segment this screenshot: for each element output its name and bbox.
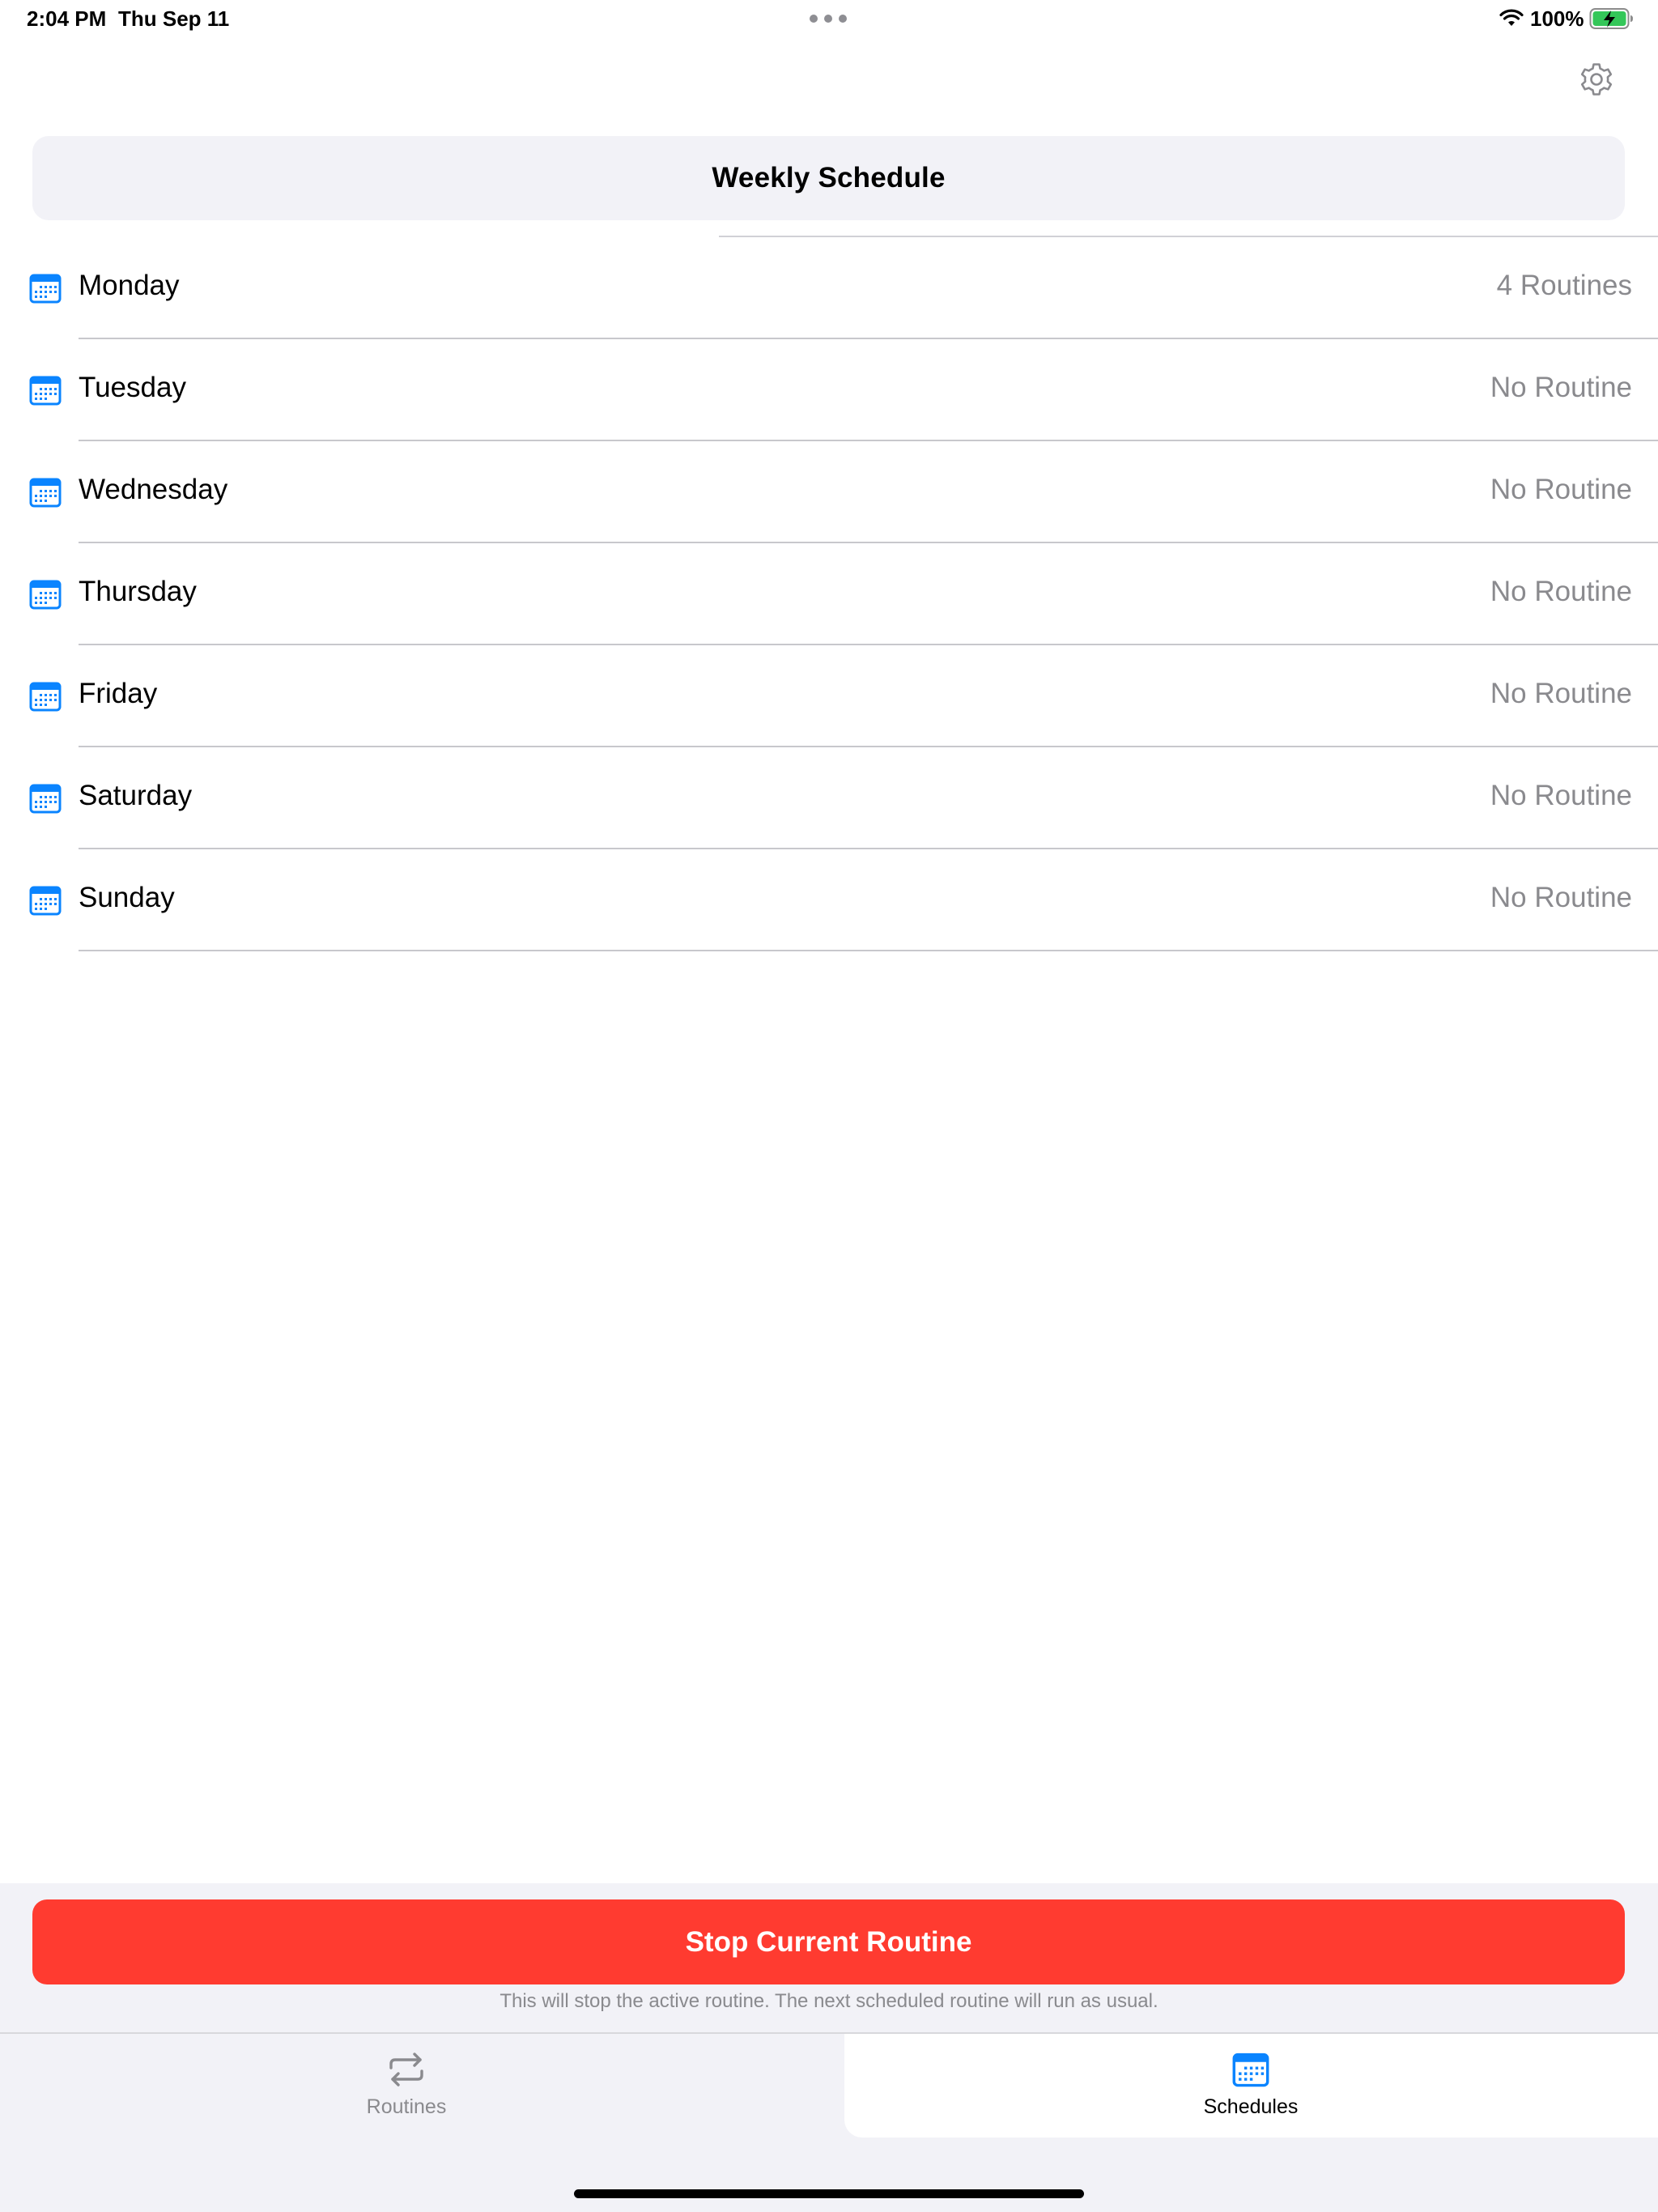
multitasking-dots[interactable] — [810, 13, 847, 24]
day-row-friday[interactable]: Friday No Routine — [0, 645, 1658, 747]
routine-count: No Routine — [1490, 474, 1632, 505]
day-label: Wednesday — [79, 474, 228, 505]
calendar-icon — [29, 784, 62, 814]
day-label: Monday — [79, 270, 180, 301]
routine-count: No Routine — [1490, 882, 1632, 913]
calendar-icon — [29, 274, 62, 304]
calendar-icon — [29, 580, 62, 610]
day-row-tuesday[interactable]: Tuesday No Routine — [0, 339, 1658, 441]
stop-current-routine-button[interactable]: Stop Current Routine — [32, 1899, 1625, 1984]
day-label: Tuesday — [79, 372, 186, 403]
day-row-wednesday[interactable]: Wednesday No Routine — [0, 441, 1658, 543]
tab-label: Schedules — [1203, 2095, 1299, 2118]
routine-count: No Routine — [1490, 372, 1632, 403]
calendar-icon — [29, 376, 62, 406]
battery-percent: 100% — [1530, 6, 1584, 31]
day-label: Saturday — [79, 780, 193, 811]
home-indicator[interactable] — [574, 2189, 1084, 2198]
weekly-schedule-header: Weekly Schedule — [32, 136, 1625, 220]
tab-routines[interactable]: Routines — [285, 2052, 528, 2119]
calendar-icon — [29, 478, 62, 508]
tab-schedules[interactable]: Schedules — [1129, 2052, 1372, 2119]
gear-icon[interactable] — [1575, 58, 1618, 100]
routine-count: 4 Routines — [1496, 270, 1632, 301]
routine-count: No Routine — [1490, 576, 1632, 607]
tab-label: Routines — [366, 2095, 447, 2118]
page-title: Weekly Schedule — [712, 162, 946, 194]
row-divider — [79, 950, 1658, 951]
calendar-icon — [29, 886, 62, 916]
battery-charging-icon — [1589, 8, 1633, 29]
day-label: Thursday — [79, 576, 197, 607]
repeat-icon — [389, 2052, 423, 2087]
day-label: Sunday — [79, 882, 175, 913]
wifi-icon — [1499, 9, 1524, 26]
calendar-icon — [29, 682, 62, 712]
day-row-sunday[interactable]: Sunday No Routine — [0, 849, 1658, 951]
day-label: Friday — [79, 678, 158, 709]
routine-count: No Routine — [1490, 780, 1632, 811]
schedule-list: Monday 4 Routines Tuesday No Routine Wed… — [0, 237, 1658, 951]
day-row-saturday[interactable]: Saturday No Routine — [0, 747, 1658, 849]
stop-routine-note: This will stop the active routine. The n… — [500, 1990, 1158, 2012]
routine-count: No Routine — [1490, 678, 1632, 709]
day-row-thursday[interactable]: Thursday No Routine — [0, 543, 1658, 645]
status-time: 2:04 PM — [27, 6, 107, 31]
day-row-monday[interactable]: Monday 4 Routines — [0, 237, 1658, 339]
status-date: Thu Sep 11 — [118, 6, 230, 31]
calendar-icon — [1232, 2052, 1269, 2087]
